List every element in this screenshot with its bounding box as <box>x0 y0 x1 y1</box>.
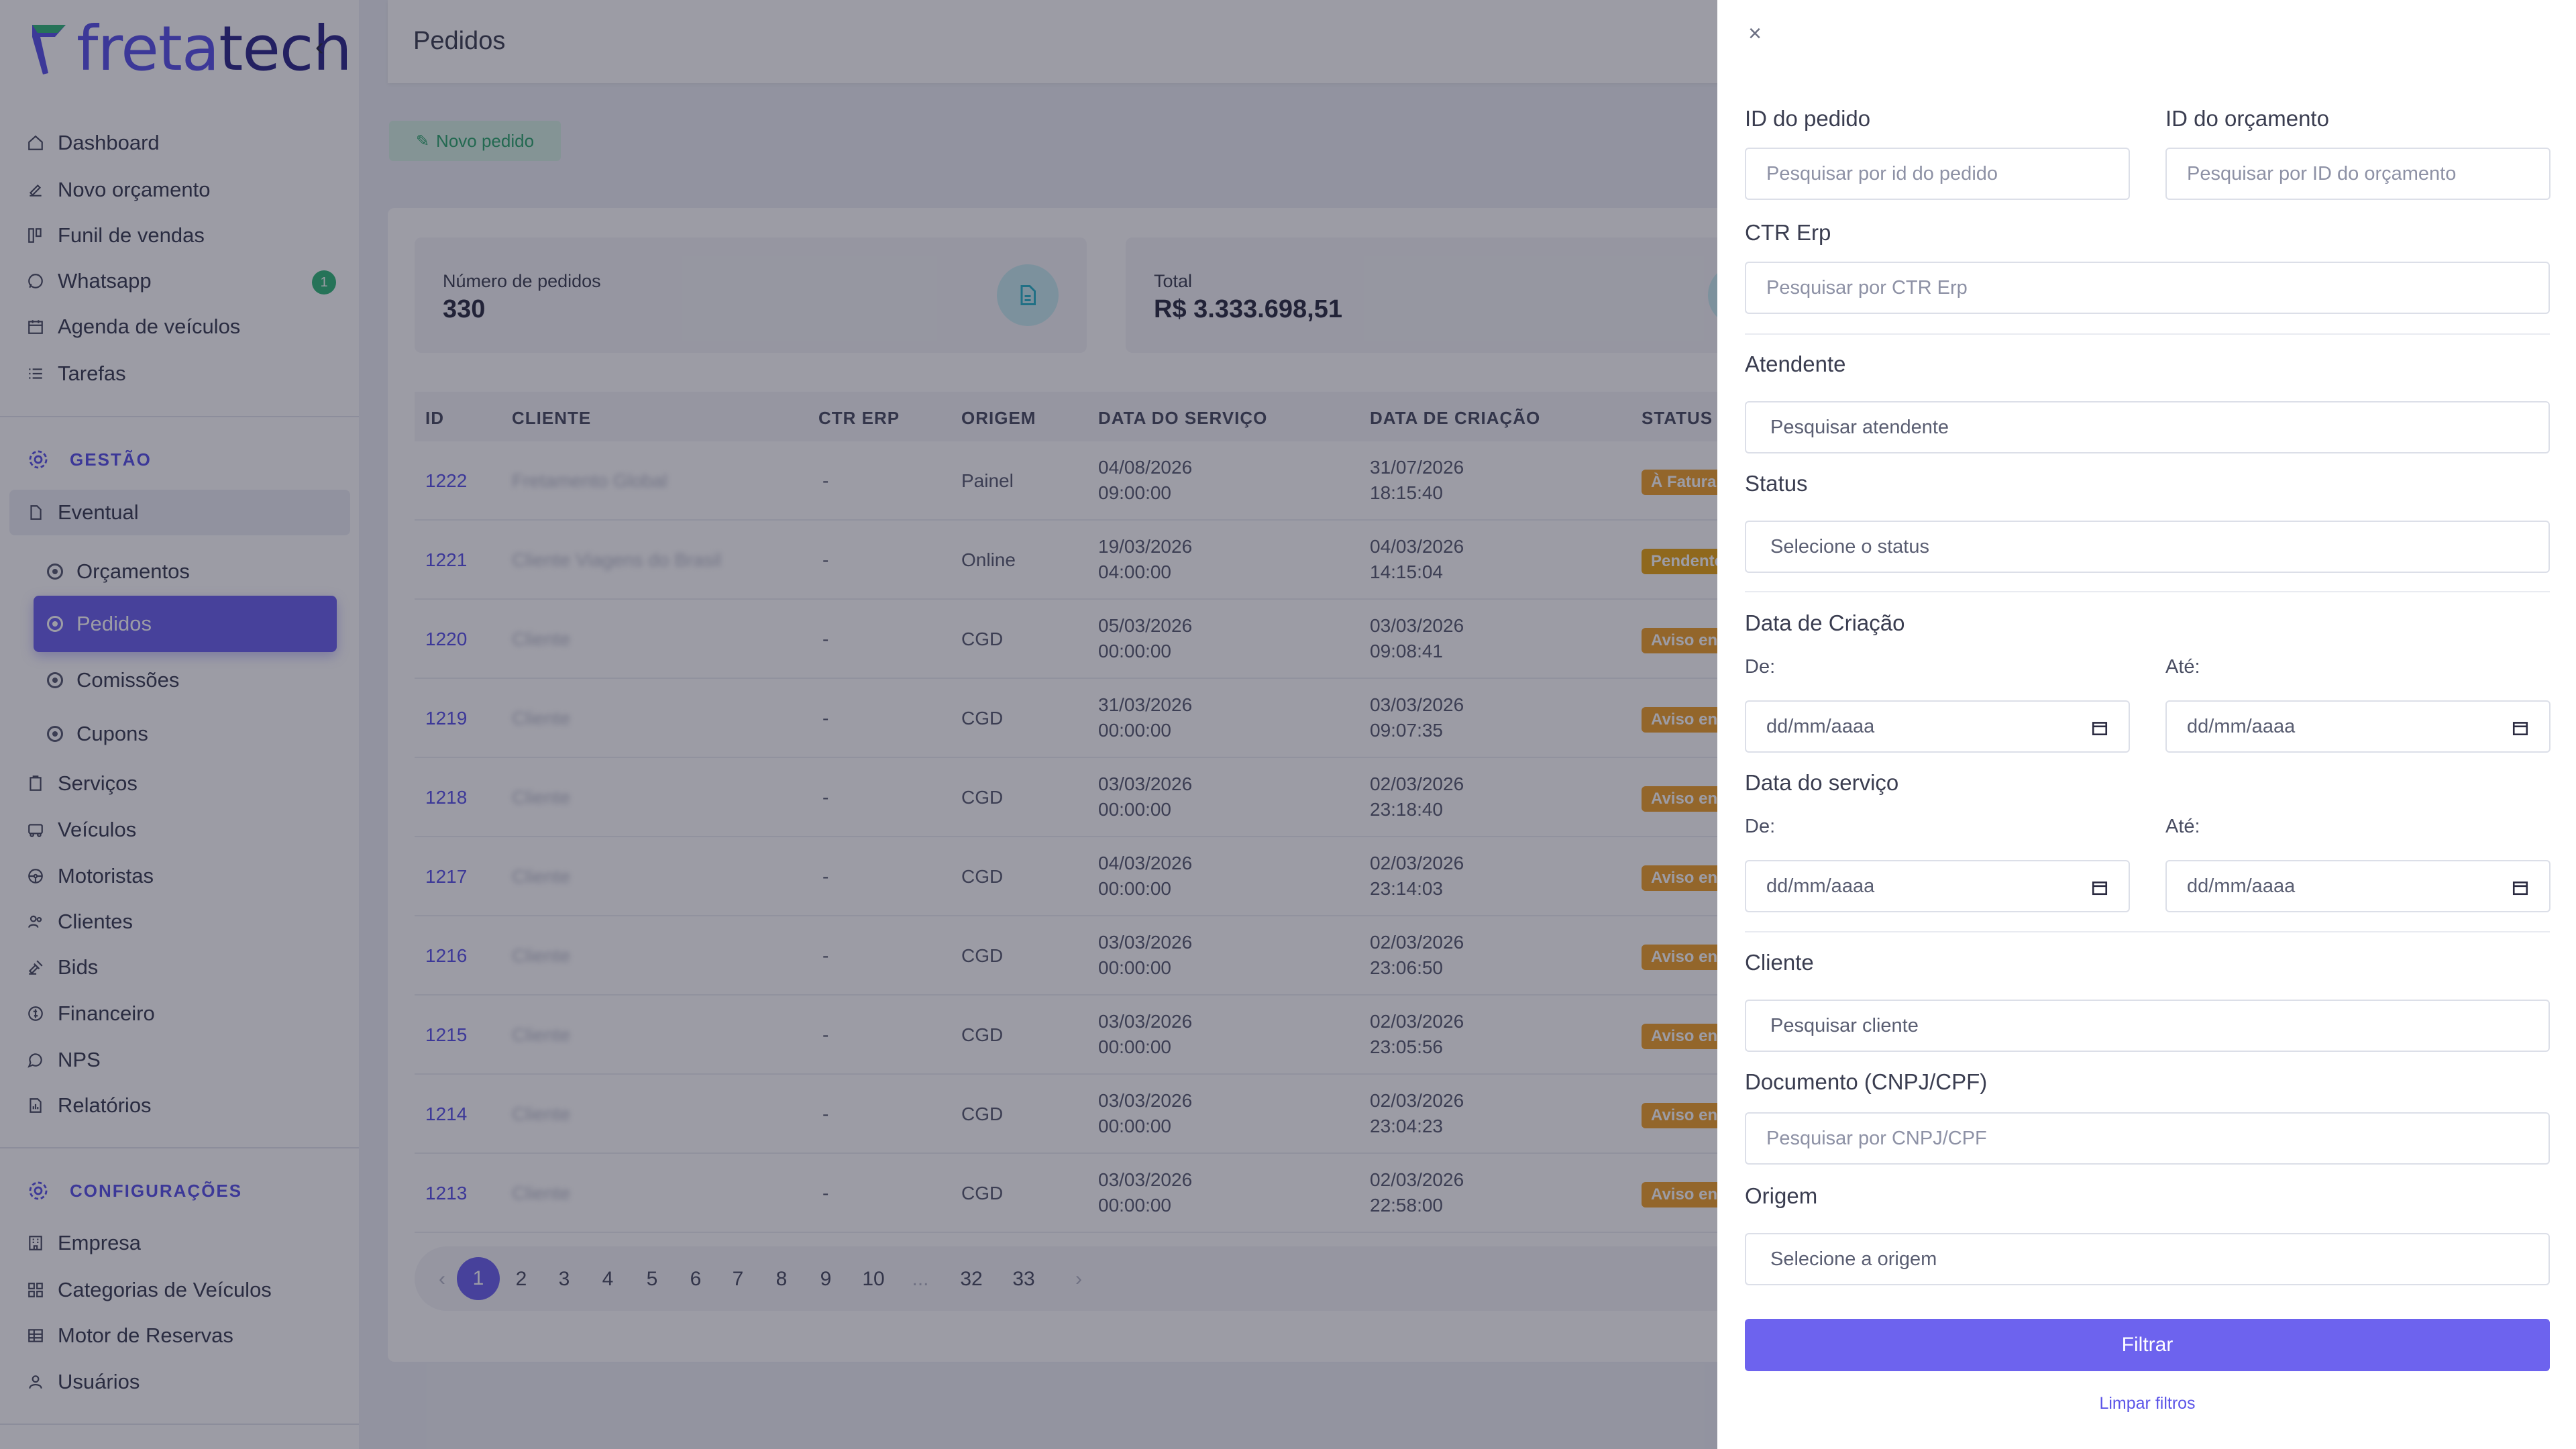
origin-select[interactable]: Selecione a origem <box>1745 1233 2550 1285</box>
filter-drawer: × ID do pedido Pesquisar por id do pedid… <box>1717 0 2576 1449</box>
date-placeholder: dd/mm/aaaa <box>1766 875 1875 897</box>
filter-button[interactable]: Filtrar <box>1745 1319 2550 1371</box>
filter-divider <box>1745 931 2550 932</box>
attendant-label: Atendente <box>1745 352 1846 376</box>
budget-id-label: ID do orçamento <box>2165 106 2329 131</box>
status-select[interactable]: Selecione o status <box>1745 521 2550 573</box>
calendar-icon[interactable] <box>2091 879 2108 896</box>
service-date-to-input[interactable]: dd/mm/aaaa <box>2165 860 2551 912</box>
calendar-icon[interactable] <box>2512 879 2529 896</box>
budget-id-input[interactable]: Pesquisar por ID do orçamento <box>2165 148 2551 200</box>
modal-backdrop[interactable] <box>0 0 1717 1449</box>
clear-filters-link[interactable]: Limpar filtros <box>1745 1394 2550 1413</box>
calendar-icon[interactable] <box>2091 719 2108 737</box>
creation-date-label: Data de Criação <box>1745 610 1905 635</box>
document-input[interactable]: Pesquisar por CNPJ/CPF <box>1745 1112 2550 1165</box>
close-icon[interactable]: × <box>1741 20 1768 47</box>
creation-date-from-input[interactable]: dd/mm/aaaa <box>1745 700 2130 753</box>
client-label: Cliente <box>1745 950 1814 975</box>
service-date-from-label: De: <box>1745 816 1776 837</box>
date-placeholder: dd/mm/aaaa <box>2187 875 2296 897</box>
date-placeholder: dd/mm/aaaa <box>1766 715 1875 737</box>
filter-divider <box>1745 333 2550 335</box>
order-id-label: ID do pedido <box>1745 106 1871 131</box>
origin-label: Origem <box>1745 1183 1818 1208</box>
ctr-erp-input[interactable]: Pesquisar por CTR Erp <box>1745 262 2550 314</box>
calendar-icon[interactable] <box>2512 719 2529 737</box>
creation-date-to-input[interactable]: dd/mm/aaaa <box>2165 700 2551 753</box>
creation-date-from-label: De: <box>1745 656 1776 678</box>
status-label: Status <box>1745 471 1808 496</box>
document-label: Documento (CNPJ/CPF) <box>1745 1069 1988 1094</box>
client-select[interactable]: Pesquisar cliente <box>1745 1000 2550 1052</box>
service-date-from-input[interactable]: dd/mm/aaaa <box>1745 860 2130 912</box>
attendant-select[interactable]: Pesquisar atendente <box>1745 401 2550 453</box>
service-date-label: Data do serviço <box>1745 770 1899 795</box>
service-date-to-label: Até: <box>2165 816 2200 837</box>
ctr-erp-label: CTR Erp <box>1745 220 1831 245</box>
date-placeholder: dd/mm/aaaa <box>2187 715 2296 737</box>
creation-date-to-label: Até: <box>2165 656 2200 678</box>
filter-divider <box>1745 591 2550 592</box>
order-id-input[interactable]: Pesquisar por id do pedido <box>1745 148 2130 200</box>
